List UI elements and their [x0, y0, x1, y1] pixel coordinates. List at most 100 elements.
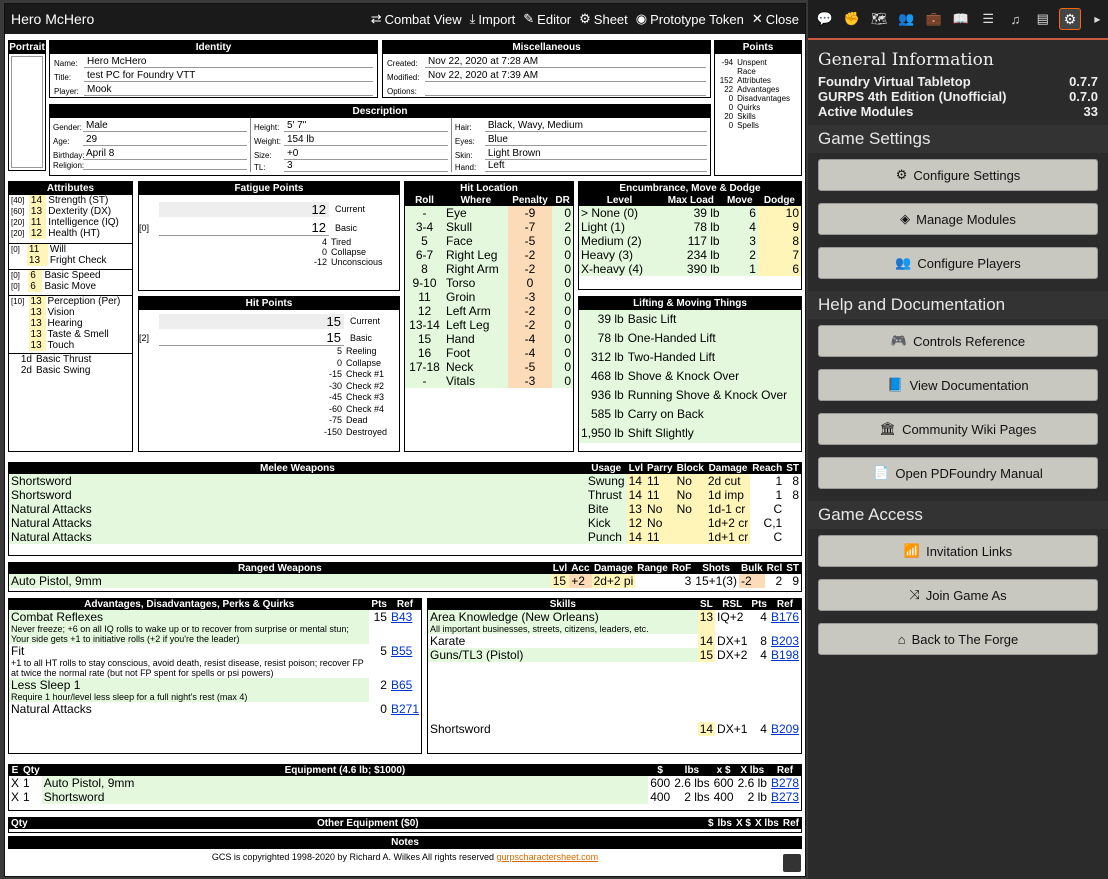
- player-field[interactable]: Mook: [84, 84, 373, 96]
- view-documentation-button[interactable]: 📘 View Documentation: [818, 369, 1098, 401]
- page-ref-link[interactable]: B203: [771, 634, 799, 648]
- skill-ref[interactable]: B176: [769, 610, 801, 634]
- attribute-row[interactable]: [0] 11 Will: [9, 243, 132, 255]
- page-ref-link[interactable]: B273: [771, 790, 799, 804]
- combat-tab[interactable]: ✊: [841, 8, 862, 30]
- equipment-row[interactable]: X 1 Auto Pistol, 9mm 600 2.6 lbs 600 2.6 lb B27…: [9, 776, 801, 790]
- skill-ref[interactable]: B203: [769, 634, 801, 648]
- attribute-row[interactable]: 13 Vision: [9, 307, 132, 318]
- attribute-value[interactable]: 12: [28, 228, 47, 239]
- configure-players-button[interactable]: 👥 Configure Players: [818, 247, 1098, 279]
- attribute-value[interactable]: 13: [28, 340, 46, 351]
- attribute-row[interactable]: [10] 13 Perception (Per): [9, 295, 132, 307]
- attribute-row[interactable]: [0] 6 Basic Move: [9, 281, 132, 292]
- skin-field[interactable]: Light Brown: [484, 148, 707, 160]
- attribute-row[interactable]: [60] 13 Dexterity (DX): [9, 206, 132, 217]
- advantage-ref[interactable]: B55: [389, 644, 421, 678]
- invitation-links-button[interactable]: 📶 Invitation Links: [818, 535, 1098, 567]
- encumbrance-row[interactable]: > None (0) 39 lb 6 10: [579, 206, 801, 220]
- skill-row[interactable]: Area Knowledge (New Orleans) All importan…: [428, 610, 801, 634]
- hair-field[interactable]: Black, Wavy, Medium: [484, 120, 707, 132]
- advantage-ref[interactable]: B43: [389, 610, 421, 644]
- advantage-ref[interactable]: B65: [389, 678, 421, 702]
- community-wiki-button[interactable]: 🏛 Community Wiki Pages: [818, 413, 1098, 445]
- equipment-row[interactable]: X 1 Shortsword 400 2 lbs 400 2 lb B273: [9, 790, 801, 804]
- journal-tab[interactable]: 📖: [950, 8, 971, 30]
- controls-reference-button[interactable]: 🎮 Controls Reference: [818, 325, 1098, 357]
- page-ref-link[interactable]: B271: [391, 702, 419, 716]
- skill-ref[interactable]: B198: [769, 648, 801, 662]
- gender-field[interactable]: Male: [83, 120, 247, 132]
- attribute-value[interactable]: 6: [28, 269, 43, 281]
- attribute-value[interactable]: 13: [28, 318, 46, 329]
- name-field[interactable]: Hero McHero: [84, 56, 373, 68]
- chat-tab[interactable]: 💬: [814, 8, 835, 30]
- hp-current[interactable]: 15: [159, 313, 344, 329]
- settings-tab[interactable]: ⚙: [1059, 8, 1081, 30]
- height-field[interactable]: 5' 7": [283, 120, 448, 132]
- page-ref-link[interactable]: B65: [391, 678, 412, 692]
- actors-tab[interactable]: 👥: [896, 8, 917, 30]
- tl-field[interactable]: 3: [283, 160, 448, 172]
- playlists-tab[interactable]: ♫: [1005, 8, 1026, 30]
- equipment-cell[interactable]: X: [9, 776, 21, 790]
- resize-handle[interactable]: [783, 854, 801, 872]
- attribute-row[interactable]: 13 Touch: [9, 340, 132, 351]
- portrait-image[interactable]: [11, 56, 43, 168]
- equipment-ref[interactable]: B278: [769, 776, 801, 790]
- weight-field[interactable]: 154 lb: [283, 134, 448, 146]
- melee-row[interactable]: Shortsword Thrust 14 11 No 1d imp 1 8: [9, 488, 801, 502]
- attribute-value[interactable]: 13: [26, 255, 48, 266]
- age-field[interactable]: 29: [83, 134, 247, 146]
- configure-settings-button[interactable]: ⚙ Configure Settings: [818, 159, 1098, 191]
- attribute-value[interactable]: 6: [28, 281, 43, 292]
- page-ref-link[interactable]: B209: [771, 722, 799, 736]
- prototype-token-button[interactable]: ◉ Prototype Token: [636, 11, 744, 27]
- gcs-link[interactable]: gurpscharactersheet.com: [497, 852, 599, 862]
- religion-field[interactable]: [83, 169, 247, 170]
- options-field[interactable]: [425, 95, 706, 96]
- join-game-as-button[interactable]: ⤨ Join Game As: [818, 579, 1098, 611]
- page-ref-link[interactable]: B198: [771, 648, 799, 662]
- melee-row[interactable]: Shortsword Swung 14 11 No 2d cut 1 8: [9, 474, 801, 488]
- advantage-ref[interactable]: B271: [389, 702, 421, 716]
- attribute-value[interactable]: 11: [26, 243, 48, 255]
- advantage-row[interactable]: Less Sleep 1 Require 1 hour/level less sl…: [9, 678, 421, 702]
- equipment-ref[interactable]: B273: [769, 790, 801, 804]
- attribute-value[interactable]: 13: [28, 329, 46, 340]
- attribute-value[interactable]: 14: [28, 195, 47, 206]
- page-ref-link[interactable]: B278: [771, 776, 799, 790]
- compendium-tab[interactable]: ▤: [1032, 8, 1053, 30]
- skill-row[interactable]: Karate 14 DX+1 8 B203: [428, 634, 801, 648]
- equipment-cell[interactable]: X: [9, 790, 21, 804]
- collapse-sidebar[interactable]: ▸: [1087, 8, 1108, 30]
- page-ref-link[interactable]: B176: [771, 610, 799, 624]
- page-ref-link[interactable]: B43: [391, 610, 412, 624]
- items-tab[interactable]: 💼: [923, 8, 944, 30]
- attribute-row[interactable]: [0] 6 Basic Speed: [9, 269, 132, 281]
- advantage-row[interactable]: Natural Attacks 0 B271: [9, 702, 421, 716]
- attribute-row[interactable]: 13 Taste & Smell: [9, 329, 132, 340]
- encumbrance-row[interactable]: Heavy (3) 234 lb 2 7: [579, 248, 801, 262]
- editor-button[interactable]: ✎ Editor: [523, 11, 571, 27]
- encumbrance-row[interactable]: Light (1) 78 lb 4 9: [579, 220, 801, 234]
- combat-view-button[interactable]: ⇄ Combat View: [371, 11, 462, 27]
- hp-basic[interactable]: 15: [159, 330, 344, 346]
- manage-modules-button[interactable]: ◈ Manage Modules: [818, 203, 1098, 235]
- page-ref-link[interactable]: B55: [391, 644, 412, 658]
- encumbrance-row[interactable]: X-heavy (4) 390 lb 1 6: [579, 262, 801, 276]
- tables-tab[interactable]: ☰: [978, 8, 999, 30]
- attribute-row[interactable]: [20] 11 Intelligence (IQ): [9, 217, 132, 228]
- eyes-field[interactable]: Blue: [484, 134, 707, 146]
- attribute-value[interactable]: 13: [28, 206, 47, 217]
- skill-row[interactable]: Guns/TL3 (Pistol) 15 DX+2 4 B198: [428, 648, 801, 662]
- attribute-value[interactable]: 11: [28, 217, 47, 228]
- skill-ref[interactable]: B209: [769, 722, 801, 736]
- melee-row[interactable]: Natural Attacks Punch 14 11 1d+1 cr C: [9, 530, 801, 544]
- fatigue-current[interactable]: 12: [159, 201, 329, 217]
- advantage-row[interactable]: Combat Reflexes Never freeze; +6 on all I…: [9, 610, 421, 644]
- title-field[interactable]: test PC for Foundry VTT: [84, 70, 373, 82]
- encumbrance-row[interactable]: Medium (2) 117 lb 3 8: [579, 234, 801, 248]
- attribute-value[interactable]: 13: [28, 307, 46, 318]
- attribute-row[interactable]: [20] 12 Health (HT): [9, 228, 132, 239]
